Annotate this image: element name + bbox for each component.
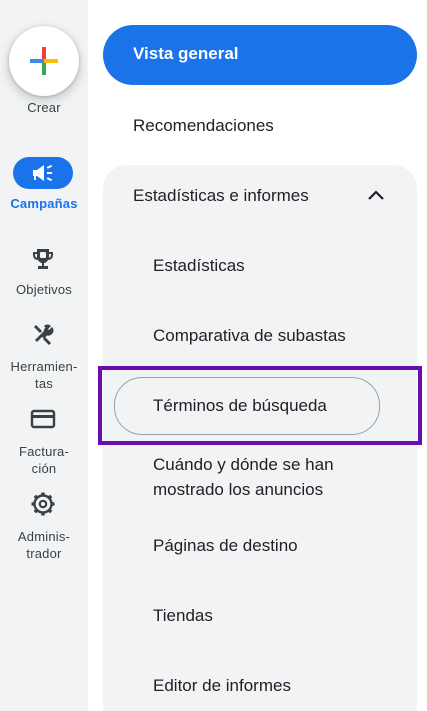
nav-item-recommendations[interactable]: Recomendaciones	[133, 116, 274, 136]
nav-item-overview[interactable]: Vista general	[103, 25, 417, 85]
tools-label-2: tas	[35, 376, 53, 391]
nav-item-auction-insights[interactable]: Comparativa de subastas	[153, 326, 346, 346]
campaigns-pill[interactable]	[13, 157, 73, 189]
megaphone-icon	[33, 164, 53, 182]
tools-icon	[34, 324, 54, 345]
chevron-up-icon[interactable]	[364, 184, 388, 208]
nav-item-insights-reports[interactable]: Estadísticas e informes	[133, 186, 309, 206]
left-rail: Crear Campañas Objetivos Herramien- tas …	[0, 0, 88, 711]
credit-card-icon	[30, 409, 56, 429]
goals-label: Objetivos	[16, 282, 72, 297]
when-where-line-1: Cuándo y dónde se han	[153, 455, 334, 474]
nav-item-insights[interactable]: Estadísticas	[153, 256, 245, 276]
nav-item-stores[interactable]: Tiendas	[153, 606, 213, 626]
create-label: Crear	[27, 100, 61, 115]
nav-item-when-where[interactable]: Cuándo y dónde se han mostrado los anunc…	[153, 452, 334, 502]
billing-label-1: Factura-	[18, 444, 69, 459]
nav-item-landing-pages[interactable]: Páginas de destino	[153, 536, 298, 556]
when-where-line-2: mostrado los anuncios	[153, 480, 324, 499]
billing-label-2: ción	[31, 461, 57, 476]
admin-label-1: Adminis-	[17, 529, 71, 544]
admin-label-2: trador	[26, 546, 62, 561]
campaigns-label: Campañas	[10, 196, 78, 211]
highlight-box	[98, 366, 422, 445]
gear-icon	[31, 492, 55, 516]
nav-item-report-editor[interactable]: Editor de informes	[153, 676, 291, 696]
create-button[interactable]	[9, 26, 79, 96]
plus-icon	[30, 47, 58, 75]
overview-label: Vista general	[133, 44, 239, 63]
tools-label-1: Herramien-	[10, 359, 78, 374]
trophy-icon	[33, 249, 53, 269]
